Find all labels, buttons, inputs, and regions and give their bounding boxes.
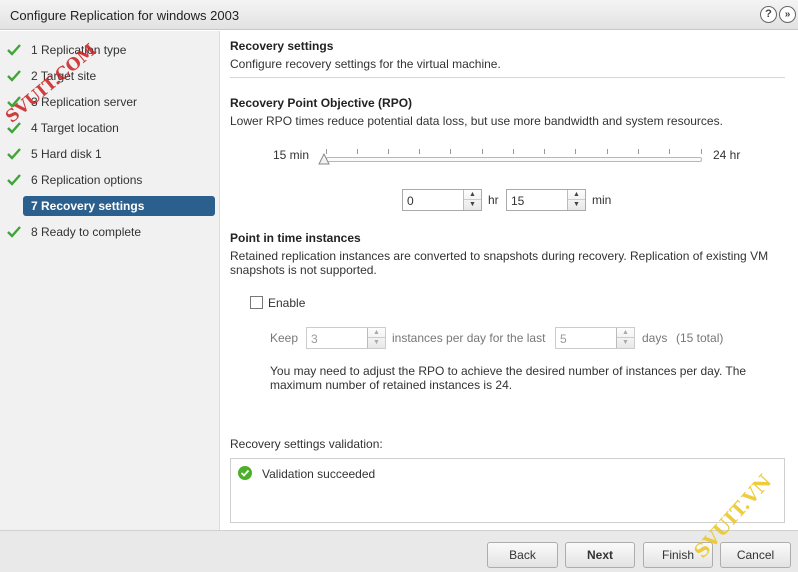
spinner-arrows[interactable]: ▲ ▼ bbox=[367, 328, 385, 348]
check-icon bbox=[7, 96, 21, 108]
rpo-title: Recovery Point Objective (RPO) bbox=[230, 96, 413, 110]
validation-message: Validation succeeded bbox=[262, 467, 376, 481]
wizard-steps-sidebar: 1 Replication type 2 Target site 3 Repli… bbox=[0, 31, 220, 530]
check-icon bbox=[7, 122, 21, 134]
spin-down-icon[interactable]: ▼ bbox=[464, 200, 481, 210]
step-recovery-settings[interactable]: 7 Recovery settings bbox=[23, 196, 215, 216]
step-target-location[interactable]: 4 Target location bbox=[4, 118, 216, 138]
rpo-slider-track[interactable] bbox=[326, 157, 702, 162]
help-icon[interactable]: ? bbox=[760, 6, 777, 23]
step-label: 2 Target site bbox=[31, 69, 97, 83]
rpo-minutes-value: 15 bbox=[511, 194, 525, 208]
slider-tick bbox=[513, 149, 514, 154]
step-replication-type[interactable]: 1 Replication type bbox=[4, 40, 216, 60]
slider-tick bbox=[701, 149, 702, 154]
slider-min-label: 15 min bbox=[273, 148, 310, 162]
minutes-unit-label: min bbox=[592, 193, 612, 207]
finish-button[interactable]: Finish bbox=[643, 542, 713, 568]
next-button[interactable]: Next bbox=[565, 542, 635, 568]
spin-up-icon[interactable]: ▲ bbox=[368, 328, 385, 338]
slider-tick bbox=[450, 149, 451, 154]
step-hard-disk[interactable]: 5 Hard disk 1 bbox=[4, 144, 216, 164]
popout-icon[interactable]: » bbox=[779, 6, 796, 23]
validation-box: Validation succeeded bbox=[230, 458, 785, 523]
spinner-arrows[interactable]: ▲ ▼ bbox=[567, 190, 585, 210]
step-target-site[interactable]: 2 Target site bbox=[4, 66, 216, 86]
step-label: 7 Recovery settings bbox=[31, 199, 145, 213]
slider-tick bbox=[482, 149, 483, 154]
spin-down-icon[interactable]: ▼ bbox=[368, 338, 385, 348]
spin-down-icon[interactable]: ▼ bbox=[568, 200, 585, 210]
cancel-button[interactable]: Cancel bbox=[720, 542, 791, 568]
step-replication-options[interactable]: 6 Replication options bbox=[4, 170, 216, 190]
rpo-hours-spinner[interactable]: 0 ▲ ▼ bbox=[402, 189, 482, 211]
step-label: 4 Target location bbox=[31, 121, 119, 135]
slider-tick bbox=[419, 149, 420, 154]
page-title: Recovery settings bbox=[230, 39, 334, 53]
check-icon bbox=[7, 44, 21, 56]
slider-tick bbox=[669, 149, 670, 154]
check-icon bbox=[7, 174, 21, 186]
days-value: 5 bbox=[560, 332, 567, 346]
page-description: Configure recovery settings for the virt… bbox=[230, 57, 501, 71]
days-label: days bbox=[642, 331, 668, 345]
slider-tick bbox=[575, 149, 576, 154]
slider-tick bbox=[607, 149, 608, 154]
enable-label[interactable]: Enable bbox=[268, 296, 305, 310]
rpo-minutes-spinner[interactable]: 15 ▲ ▼ bbox=[506, 189, 586, 211]
rpo-hours-value: 0 bbox=[407, 194, 414, 208]
validation-title: Recovery settings validation: bbox=[230, 437, 383, 451]
enable-checkbox[interactable] bbox=[250, 296, 263, 309]
step-label: 3 Replication server bbox=[31, 95, 138, 109]
instances-spinner[interactable]: 3 ▲ ▼ bbox=[306, 327, 386, 349]
slider-tick bbox=[357, 149, 358, 154]
step-label: 8 Ready to complete bbox=[31, 225, 142, 239]
total-label: (15 total) bbox=[676, 331, 724, 345]
title-bar: Configure Replication for windows 2003 ?… bbox=[0, 0, 798, 30]
rpo-description: Lower RPO times reduce potential data lo… bbox=[230, 114, 723, 128]
step-label: 6 Replication options bbox=[31, 173, 143, 187]
hours-unit-label: hr bbox=[488, 193, 499, 207]
pit-note: You may need to adjust the RPO to achiev… bbox=[270, 364, 747, 392]
instances-value: 3 bbox=[311, 332, 318, 346]
step-label: 1 Replication type bbox=[31, 43, 127, 57]
slider-tick bbox=[638, 149, 639, 154]
step-ready-to-complete[interactable]: 8 Ready to complete bbox=[4, 222, 216, 242]
check-icon bbox=[7, 226, 21, 238]
dialog-title: Configure Replication for windows 2003 bbox=[10, 8, 240, 23]
step-label: 5 Hard disk 1 bbox=[31, 147, 102, 161]
pit-title: Point in time instances bbox=[230, 231, 361, 245]
slider-tick bbox=[544, 149, 545, 154]
spin-up-icon[interactable]: ▲ bbox=[617, 328, 634, 338]
rpo-slider-thumb[interactable] bbox=[318, 153, 330, 165]
main-panel: Recovery settings Configure recovery set… bbox=[221, 31, 798, 530]
pit-description: Retained replication instances are conve… bbox=[230, 249, 769, 277]
days-spinner[interactable]: 5 ▲ ▼ bbox=[555, 327, 635, 349]
slider-tick bbox=[388, 149, 389, 154]
slider-max-label: 24 hr bbox=[713, 148, 741, 162]
back-button[interactable]: Back bbox=[487, 542, 558, 568]
spin-up-icon[interactable]: ▲ bbox=[568, 190, 585, 200]
spin-down-icon[interactable]: ▼ bbox=[617, 338, 634, 348]
instances-label: instances per day for the last bbox=[392, 331, 546, 345]
header-divider bbox=[230, 77, 785, 78]
spin-up-icon[interactable]: ▲ bbox=[464, 190, 481, 200]
wizard-footer: Back Next Finish Cancel bbox=[0, 530, 798, 572]
keep-label: Keep bbox=[270, 331, 299, 345]
step-replication-server[interactable]: 3 Replication server bbox=[4, 92, 216, 112]
success-icon bbox=[238, 466, 252, 480]
spinner-arrows[interactable]: ▲ ▼ bbox=[463, 190, 481, 210]
check-icon bbox=[7, 70, 21, 82]
spinner-arrows[interactable]: ▲ ▼ bbox=[616, 328, 634, 348]
check-icon bbox=[7, 148, 21, 160]
